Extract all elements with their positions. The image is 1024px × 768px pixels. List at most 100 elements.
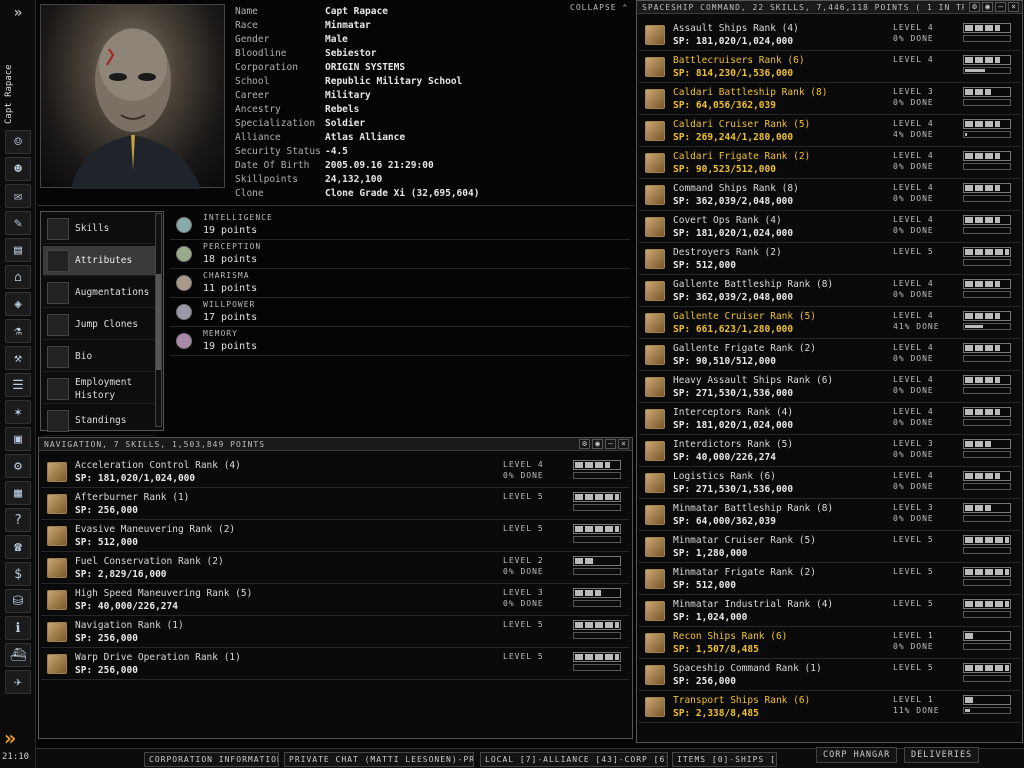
menu-item-augmentations[interactable]: Augmentations: [43, 278, 155, 308]
fitting-icon[interactable]: ⚙: [5, 454, 31, 478]
skill-row[interactable]: Evasive Maneuvering Rank (2) SP: 512,000 L…: [41, 520, 629, 552]
ship-icon[interactable]: ⛴: [5, 643, 31, 667]
mail-icon[interactable]: ✉: [5, 184, 31, 208]
taskbar-item[interactable]: CORPORATION INFORMATION: [144, 752, 279, 767]
skill-row[interactable]: Covert Ops Rank (4) SP: 181,020/1,024,000…: [639, 211, 1020, 243]
factory-icon[interactable]: ⚒: [5, 346, 31, 370]
menu-scrollbar[interactable]: [155, 213, 162, 427]
menu-item-attributes[interactable]: Attributes: [43, 246, 155, 276]
skill-row[interactable]: Recon Ships Rank (6) SP: 1,507/8,485 LEVEL…: [639, 627, 1020, 659]
info-value[interactable]: ORIGIN SYSTEMS: [325, 62, 405, 73]
market-icon[interactable]: $: [5, 562, 31, 586]
skill-row[interactable]: Command Ships Rank (8) SP: 362,039/2,048,…: [639, 179, 1020, 211]
deliveries-button[interactable]: DELIVERIES: [904, 747, 980, 763]
taskbar-item[interactable]: LOCAL [7]-ALLIANCE [43]-CORP [6]...: [480, 752, 668, 767]
corporation-icon[interactable]: ⌂: [5, 265, 31, 289]
skill-level-bar: [573, 556, 621, 566]
skill-row[interactable]: High Speed Maneuvering Rank (5) SP: 40,00…: [41, 584, 629, 616]
skill-level: LEVEL 3: [503, 588, 544, 597]
people-places-icon[interactable]: ☎: [5, 535, 31, 559]
pin-icon[interactable]: ◉: [982, 2, 993, 12]
skill-progress-bar: [573, 472, 621, 479]
skill-points: SP: 512,000: [75, 537, 138, 548]
minimize-icon[interactable]: –: [995, 2, 1006, 12]
skill-row[interactable]: Transport Ships Rank (6) SP: 2,338/8,485 L…: [639, 691, 1020, 723]
skill-row[interactable]: Caldari Frigate Rank (2) SP: 90,523/512,0…: [639, 147, 1020, 179]
menu-item-bio[interactable]: Bio: [43, 342, 155, 372]
close-icon[interactable]: ×: [618, 439, 629, 449]
info-value[interactable]: Capt Rapace: [325, 6, 388, 17]
menu-item-employment-history[interactable]: Employment History: [43, 374, 155, 404]
skill-row[interactable]: Logistics Rank (6) SP: 271,530/1,536,000 L…: [639, 467, 1020, 499]
skill-row[interactable]: Spaceship Command Rank (1) SP: 256,000 LEV…: [639, 659, 1020, 691]
map-icon[interactable]: ◈: [5, 292, 31, 316]
skill-points: SP: 1,280,000: [673, 548, 748, 559]
drone-icon[interactable]: ✈: [5, 670, 31, 694]
skill-row[interactable]: Gallente Cruiser Rank (5) SP: 661,623/1,2…: [639, 307, 1020, 339]
skill-row[interactable]: Warp Drive Operation Rank (1) SP: 256,000…: [41, 648, 629, 680]
skill-row[interactable]: Minmatar Battleship Rank (8) SP: 64,000/3…: [639, 499, 1020, 531]
notepad-icon[interactable]: ✎: [5, 211, 31, 235]
calculator-icon[interactable]: ▦: [5, 481, 31, 505]
settings-icon[interactable]: ⚙: [969, 2, 980, 12]
skill-progress-bar: [963, 163, 1011, 170]
skill-level: LEVEL 4: [893, 215, 934, 224]
skill-name: Caldari Battleship Rank (8): [673, 87, 828, 98]
skill-row[interactable]: Interceptors Rank (4) SP: 181,020/1,024,0…: [639, 403, 1020, 435]
skill-row[interactable]: Interdictors Rank (5) SP: 40,000/226,274 L…: [639, 435, 1020, 467]
skill-row[interactable]: Gallente Frigate Rank (2) SP: 90,510/512,…: [639, 339, 1020, 371]
skill-row[interactable]: Acceleration Control Rank (4) SP: 181,020…: [41, 456, 629, 488]
skill-row[interactable]: Battlecruisers Rank (6) SP: 814,230/1,536…: [639, 51, 1020, 83]
scrollbar-thumb[interactable]: [156, 274, 161, 370]
window-header[interactable]: NAVIGATION, 7 SKILLS, 1,503,849 POINTS ⚙…: [39, 438, 632, 451]
expand-neocom-button[interactable]: »: [6, 6, 30, 22]
station-buttons: CORP HANGAR DELIVERIES: [816, 744, 1024, 768]
menu-item-jump-clones[interactable]: Jump Clones: [43, 310, 155, 340]
close-icon[interactable]: ×: [1008, 2, 1019, 12]
wallet-icon[interactable]: ⛁: [5, 589, 31, 613]
skill-row[interactable]: Minmatar Frigate Rank (2) SP: 512,000 LEVE…: [639, 563, 1020, 595]
skill-row[interactable]: Fuel Conservation Rank (2) SP: 2,829/16,0…: [41, 552, 629, 584]
window-header[interactable]: SPACESHIP COMMAND, 22 SKILLS, 7,446,118 …: [637, 1, 1022, 14]
skill-progress-bar: [963, 547, 1011, 554]
skill-row[interactable]: Minmatar Industrial Rank (4) SP: 1,024,00…: [639, 595, 1020, 627]
skill-book-icon: [47, 462, 67, 482]
character-portrait[interactable]: [40, 4, 225, 189]
skill-name: Covert Ops Rank (4): [673, 215, 782, 226]
skill-row[interactable]: Minmatar Cruiser Rank (5) SP: 1,280,000 LE…: [639, 531, 1020, 563]
skill-level-fill: [575, 526, 619, 532]
taskbar-item[interactable]: PRIVATE CHAT (MATTI LEESONEN)-PR...: [284, 752, 474, 767]
minimize-icon[interactable]: –: [605, 439, 616, 449]
character-sheet-icon[interactable]: ☺: [5, 130, 31, 154]
skill-level-bar: [963, 631, 1011, 641]
assets-icon[interactable]: ▣: [5, 427, 31, 451]
skill-row[interactable]: Destroyers Rank (2) SP: 512,000 LEVEL 5: [639, 243, 1020, 275]
contracts-icon[interactable]: ☰: [5, 373, 31, 397]
taskbar-item[interactable]: ITEMS [0]-SHIPS [1]: [672, 752, 777, 767]
skill-row[interactable]: Navigation Rank (1) SP: 256,000 LEVEL 5: [41, 616, 629, 648]
collapse-button[interactable]: COLLAPSE ⌃: [570, 3, 628, 12]
info-value: Male: [325, 34, 348, 45]
people-icon[interactable]: ☻: [5, 157, 31, 181]
skill-row[interactable]: Gallente Battleship Rank (8) SP: 362,039/…: [639, 275, 1020, 307]
skill-row[interactable]: Caldari Cruiser Rank (5) SP: 269,244/1,28…: [639, 115, 1020, 147]
help-icon[interactable]: ?: [5, 508, 31, 532]
menu-item-standings[interactable]: Standings: [43, 406, 155, 436]
forward-icon[interactable]: »: [4, 728, 32, 748]
corp-hangar-button[interactable]: CORP HANGAR: [816, 747, 898, 763]
menu-item-skills[interactable]: Skills: [43, 214, 155, 244]
science-icon[interactable]: ⚗: [5, 319, 31, 343]
star-map-icon[interactable]: ✶: [5, 400, 31, 424]
pin-icon[interactable]: ◉: [592, 439, 603, 449]
attribute-value: 17 points: [203, 312, 258, 323]
skill-row[interactable]: Assault Ships Rank (4) SP: 181,020/1,024,…: [639, 19, 1020, 51]
info-value[interactable]: Atlas Alliance: [325, 132, 405, 143]
info-icon[interactable]: ℹ: [5, 616, 31, 640]
settings-icon[interactable]: ⚙: [579, 439, 590, 449]
skill-level-bar: [963, 343, 1011, 353]
skill-row[interactable]: Afterburner Rank (1) SP: 256,000 LEVEL 5: [41, 488, 629, 520]
skill-row[interactable]: Heavy Assault Ships Rank (6) SP: 271,530/…: [639, 371, 1020, 403]
skill-row[interactable]: Caldari Battleship Rank (8) SP: 64,056/36…: [639, 83, 1020, 115]
skill-level-bar: [573, 524, 621, 534]
journal-icon[interactable]: ▤: [5, 238, 31, 262]
